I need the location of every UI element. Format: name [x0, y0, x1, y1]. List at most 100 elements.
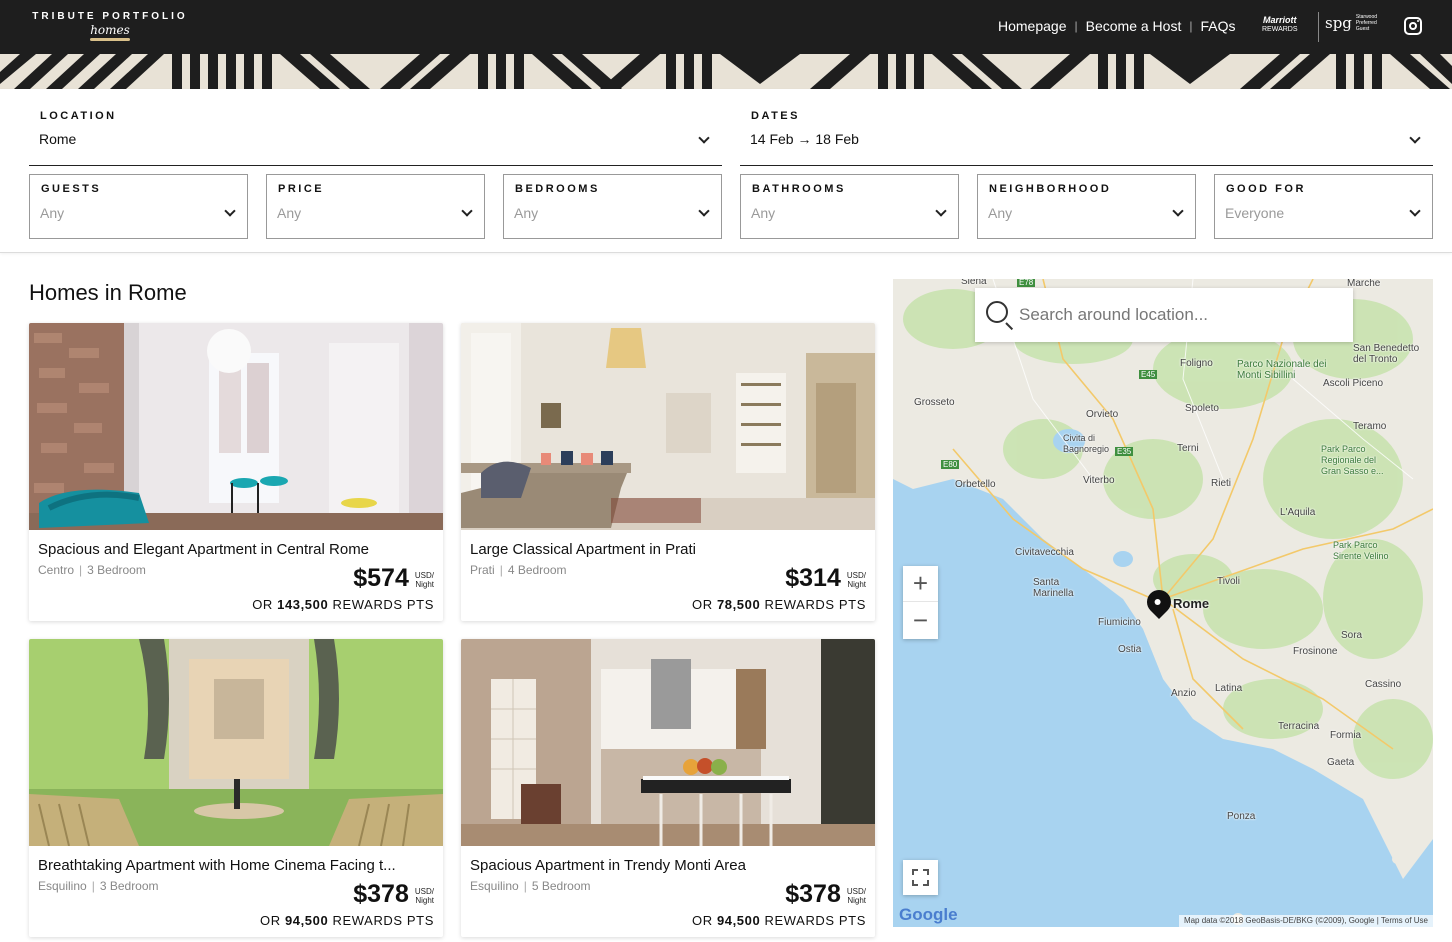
map-label: Civita di Bagnoregio	[1063, 433, 1110, 454]
location-value: Rome	[39, 131, 77, 147]
chevron-down-icon	[698, 205, 710, 217]
neighborhood-label: NEIGHBORHOOD	[989, 183, 1112, 195]
nav-homepage[interactable]: Homepage	[998, 18, 1067, 34]
price-select[interactable]: PRICE Any	[266, 174, 485, 239]
price-value: Any	[277, 205, 302, 221]
listing-card[interactable]: Large Classical Apartment in Prati Prati…	[461, 323, 875, 621]
listing-bedrooms: 3 Bedroom	[99, 879, 159, 893]
good-for-select[interactable]: GOOD FOR Everyone	[1214, 174, 1433, 239]
tribute-portfolio-logo[interactable]: TRIBUTE PORTFOLIO homes	[30, 11, 190, 41]
dates-select[interactable]: DATES 14 Feb → 18 Feb	[740, 89, 1433, 166]
instagram-icon[interactable]	[1404, 17, 1422, 35]
map-label: Foligno	[1180, 358, 1213, 369]
map-label: L'Aquila	[1280, 507, 1316, 518]
listing-title[interactable]: Breathtaking Apartment with Home Cinema …	[38, 857, 396, 874]
points-or: OR	[252, 597, 273, 612]
chevron-down-icon	[698, 132, 710, 144]
fullscreen-icon	[912, 880, 918, 886]
map-zoom-control: + −	[903, 566, 938, 639]
marriott-name: Marriott	[1263, 15, 1297, 25]
listing-photo[interactable]	[29, 323, 443, 530]
price-unit-currency: USD/	[846, 571, 866, 580]
google-logo[interactable]: Google	[899, 905, 958, 925]
listing-card[interactable]: Breathtaking Apartment with Home Cinema …	[29, 639, 443, 937]
chevron-down-icon	[1409, 132, 1421, 144]
map-label: Santa Marinella	[1033, 577, 1074, 599]
points-label: REWARDS PTS	[332, 913, 434, 928]
meta-divider: |	[499, 563, 503, 577]
listing-meta: Esquilino | 3 Bedroom	[38, 879, 159, 893]
search-icon	[986, 301, 1008, 323]
price-amount: $314	[785, 564, 841, 592]
map-label: Anzio	[1171, 688, 1197, 699]
map-label: Grosseto	[914, 397, 955, 408]
spg-logo[interactable]: spg Starwood Preferred Guest	[1325, 14, 1380, 32]
nav-faqs[interactable]: FAQs	[1200, 18, 1235, 34]
fullscreen-icon	[923, 880, 929, 886]
map-label: Teramo	[1353, 421, 1387, 432]
fullscreen-button[interactable]	[903, 860, 938, 895]
chevron-down-icon	[461, 205, 473, 217]
listing-bedrooms: 4 Bedroom	[507, 563, 567, 577]
map-label: Terracina	[1278, 721, 1320, 732]
neighborhood-select[interactable]: NEIGHBORHOOD Any	[977, 174, 1196, 239]
listing-title[interactable]: Spacious Apartment in Trendy Monti Area	[470, 857, 746, 874]
listing-title[interactable]: Spacious and Elegant Apartment in Centra…	[38, 541, 369, 558]
price-amount: $574	[353, 564, 409, 592]
zoom-out-button[interactable]: −	[903, 602, 938, 638]
map-road-label: E78	[1017, 279, 1036, 287]
map-label: Siena	[961, 279, 987, 287]
meta-divider: |	[523, 879, 527, 893]
listing-rewards-points: OR 78,500 REWARDS PTS	[692, 597, 866, 612]
listing-card[interactable]: Spacious Apartment in Trendy Monti Area …	[461, 639, 875, 937]
map-label: Orvieto	[1086, 409, 1119, 420]
chevron-down-icon	[935, 205, 947, 217]
points-value: 94,500	[284, 913, 329, 928]
bathrooms-select[interactable]: BATHROOMS Any	[740, 174, 959, 239]
listing-bedrooms: 5 Bedroom	[531, 879, 591, 893]
marriott-rewards-logo[interactable]: Marriott REWARDS	[1262, 15, 1298, 35]
guests-value: Any	[40, 205, 65, 221]
price-unit-currency: USD/	[846, 887, 866, 896]
decorative-pattern-banner	[0, 54, 1452, 89]
nav-become-a-host[interactable]: Become a Host	[1086, 18, 1182, 34]
logo-underline	[90, 38, 130, 41]
logo-line1: TRIBUTE PORTFOLIO	[32, 11, 188, 22]
listing-meta: Centro | 3 Bedroom	[38, 563, 146, 577]
marriott-sub: REWARDS	[1262, 26, 1298, 33]
price-unit: USD/Night	[847, 571, 866, 589]
price-unit-period: Night	[847, 896, 866, 905]
listing-area: Prati	[470, 563, 495, 577]
map-search-input[interactable]	[1019, 300, 1339, 330]
listing-meta: Esquilino | 5 Bedroom	[470, 879, 591, 893]
listing-photo[interactable]	[461, 639, 875, 846]
listing-rewards-points: OR 94,500 REWARDS PTS	[692, 913, 866, 928]
points-value: 94,500	[716, 913, 761, 928]
location-select[interactable]: LOCATION Rome	[29, 89, 722, 166]
guests-label: GUESTS	[41, 183, 102, 195]
dates-label: DATES	[751, 110, 800, 122]
listing-card[interactable]: Spacious and Elegant Apartment in Centra…	[29, 323, 443, 621]
map-label: San Benedetto del Tronto	[1353, 343, 1420, 365]
price-unit-currency: USD/	[414, 571, 434, 580]
listing-photo[interactable]	[461, 323, 875, 530]
listing-title[interactable]: Large Classical Apartment in Prati	[470, 541, 696, 558]
map-label: Cassino	[1365, 679, 1402, 690]
map-label: Sora	[1341, 630, 1363, 641]
google-logo-text: Google	[899, 905, 958, 924]
map-label: Orbetello	[955, 479, 996, 490]
chevron-down-icon	[1172, 205, 1184, 217]
bedrooms-select[interactable]: BEDROOMS Any	[503, 174, 722, 239]
map-label: Ostia	[1118, 644, 1142, 655]
guests-select[interactable]: GUESTS Any	[29, 174, 248, 239]
listing-rewards-points: OR 94,500 REWARDS PTS	[260, 913, 434, 928]
listing-photo[interactable]	[29, 639, 443, 846]
listing-area: Esquilino	[470, 879, 519, 893]
map-attribution[interactable]: Map data ©2018 GeoBasis-DE/BKG (©2009), …	[1178, 915, 1433, 927]
map-label: Latina	[1215, 683, 1243, 694]
zoom-in-button[interactable]: +	[903, 566, 938, 602]
map-label-rome: Rome	[1173, 596, 1210, 611]
nav-separator: |	[1189, 19, 1193, 33]
listing-area: Esquilino	[38, 879, 87, 893]
map[interactable]: Siena Marche Terni Foligno Parco Naziona…	[893, 279, 1433, 927]
